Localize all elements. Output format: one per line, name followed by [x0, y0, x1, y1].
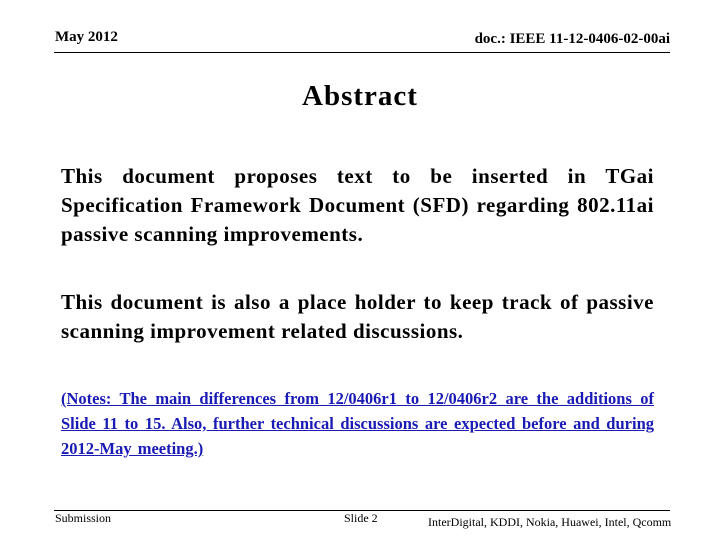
header-date: May 2012: [55, 29, 118, 45]
header-rule: [54, 52, 670, 53]
footer-submission: Submission: [55, 511, 112, 525]
notes-hyperlink[interactable]: (Notes: The main differences from 12/040…: [61, 386, 654, 461]
header-doc-id: doc.: IEEE 11-12-0406-02-00ai: [474, 31, 670, 47]
abstract-paragraph-2: This document is also a place holder to …: [61, 290, 654, 343]
abstract-paragraph-1: This document proposes text to be insert…: [61, 164, 654, 246]
footer-authors: InterDigital, KDDI, Nokia, Huawei, Intel…: [428, 515, 672, 529]
slide-title: Abstract: [302, 80, 418, 112]
footer-slide-number: Slide 2: [344, 511, 378, 525]
